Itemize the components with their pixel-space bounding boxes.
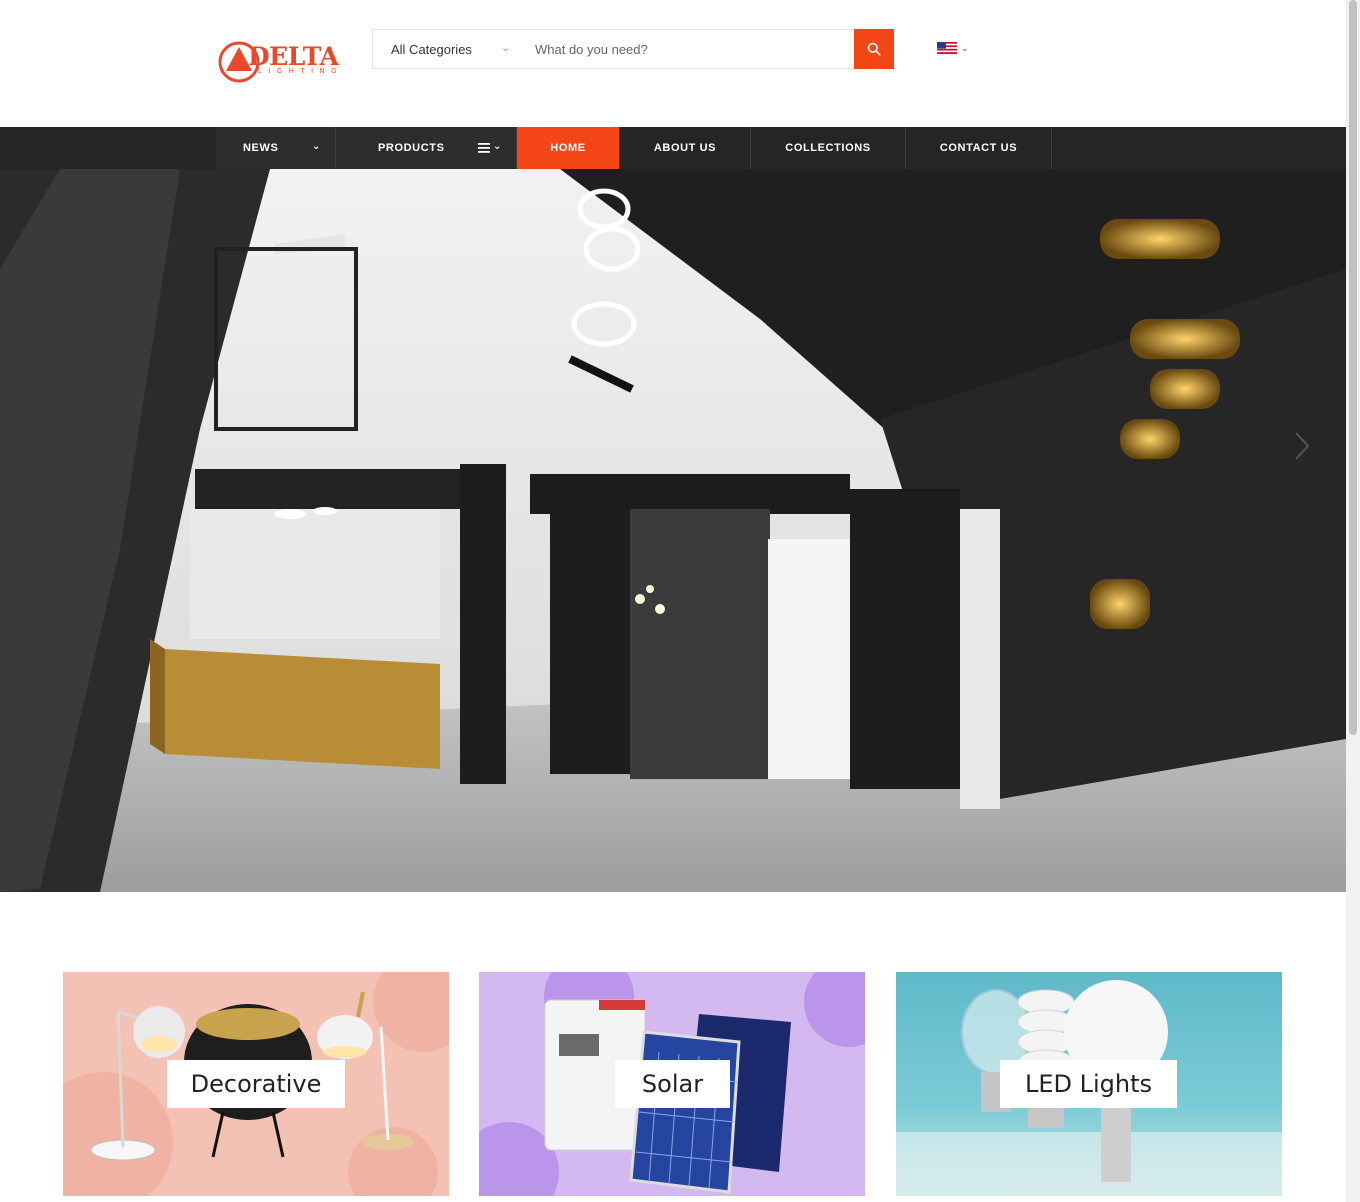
- us-flag-icon: [937, 42, 957, 54]
- nav-item-label: ABOUT US: [653, 142, 717, 154]
- nav-item-label: PRODUCTS: [378, 142, 445, 154]
- chevron-down-icon: ⌄: [961, 42, 969, 53]
- chevron-down-icon: ⌄: [501, 42, 511, 54]
- search-icon: [867, 42, 881, 56]
- menu-icon: [478, 143, 490, 153]
- category-select[interactable]: All Categories ⌄: [373, 30, 523, 68]
- nav-item-label: HOME: [550, 142, 586, 154]
- brand-name: DELTA: [248, 42, 339, 71]
- brand-tagline: LIGHTING: [258, 68, 344, 75]
- nav-item-about-us[interactable]: ABOUT US: [620, 127, 751, 169]
- category-select-value: All Categories: [391, 41, 472, 57]
- site-header: DELTA LIGHTING All Categories ⌄ ⌄: [0, 0, 1360, 127]
- search-input[interactable]: [523, 30, 854, 68]
- chevron-down-icon: ⌄: [493, 141, 502, 152]
- search-button[interactable]: [854, 29, 894, 69]
- category-card-solar[interactable]: Solar: [479, 972, 865, 1196]
- nav-item-collections[interactable]: COLLECTIONS: [751, 127, 906, 169]
- chevron-down-icon: ⌄: [312, 141, 321, 152]
- chevron-left-icon[interactable]: [30, 431, 50, 461]
- nav-item-products[interactable]: PRODUCTS ⌄: [336, 127, 517, 169]
- nav-item-news[interactable]: NEWS ⌄: [216, 127, 336, 169]
- chevron-right-icon[interactable]: [1292, 431, 1312, 461]
- nav-item-contact-us[interactable]: CONTACT US: [906, 127, 1052, 169]
- language-selector[interactable]: ⌄: [937, 41, 977, 55]
- hero-slider[interactable]: [0, 169, 1346, 892]
- hero-image: [0, 169, 1346, 892]
- nav-item-label: CONTACT US: [939, 142, 1018, 154]
- main-nav: NEWS ⌄ PRODUCTS ⌄ HOME ABOUT US COLLECTI…: [0, 127, 1346, 169]
- category-label: Decorative: [167, 1060, 345, 1108]
- category-label: Solar: [615, 1060, 730, 1108]
- search-bar: All Categories ⌄: [372, 29, 894, 69]
- scrollbar-thumb[interactable]: [1349, 0, 1357, 735]
- category-card-decorative[interactable]: Decorative: [63, 972, 449, 1196]
- category-label: LED Lights: [1000, 1060, 1177, 1108]
- nav-item-label: COLLECTIONS: [785, 142, 871, 154]
- category-card-led-lights[interactable]: LED Lights: [896, 972, 1282, 1196]
- nav-item-label: NEWS: [243, 142, 279, 154]
- brand-logo[interactable]: DELTA LIGHTING: [218, 41, 350, 85]
- nav-item-home[interactable]: HOME: [517, 127, 620, 169]
